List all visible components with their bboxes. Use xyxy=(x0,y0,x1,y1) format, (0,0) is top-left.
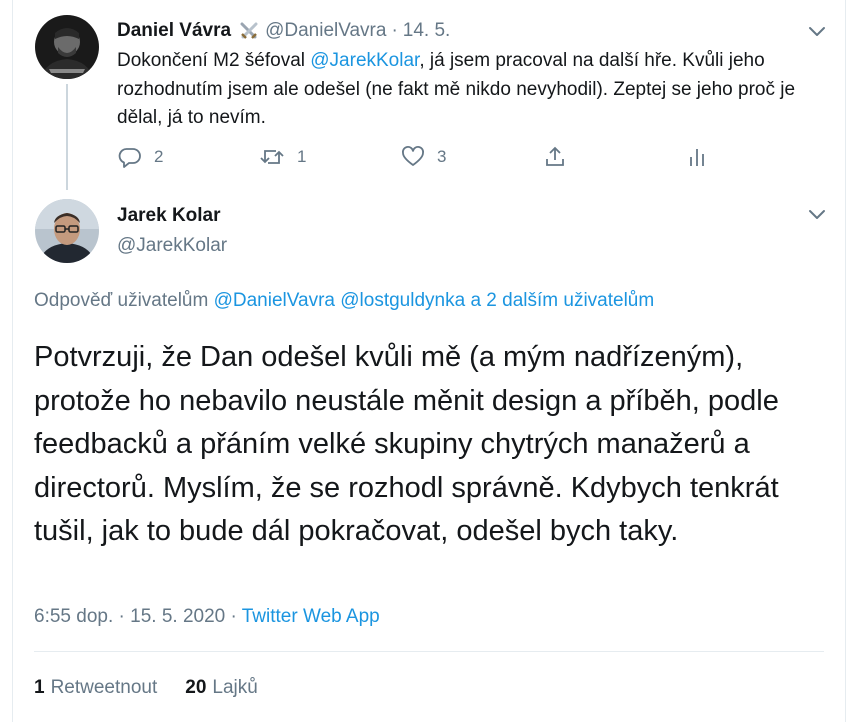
mention-link[interactable]: @JarekKolar xyxy=(310,50,419,71)
tweet-text: Potvrzuji, že Dan odešel kvůli mě (a mým… xyxy=(34,341,779,547)
like-count: 3 xyxy=(437,147,447,166)
replying-users-link[interactable]: @DanielVavra @lostguldynka a 2 dalším už… xyxy=(214,290,655,311)
likes-stat[interactable]: 20 Lajků xyxy=(185,677,258,699)
avatar[interactable] xyxy=(35,199,99,263)
reply-count: 2 xyxy=(154,147,164,166)
retweets-count: 1 xyxy=(34,677,45,698)
analytics-icon xyxy=(685,145,709,169)
author-handle[interactable]: @JarekKolar xyxy=(117,235,227,257)
retweets-stat[interactable]: 1 Retweetnout xyxy=(34,677,157,699)
parent-tweet-text: Dokončení M2 šéfoval @JarekKolar, já jse… xyxy=(117,47,829,133)
divider xyxy=(34,651,824,652)
author-name[interactable]: Daniel Vávra xyxy=(117,20,231,42)
likes-label: Lajků xyxy=(212,677,258,698)
author-handle[interactable]: @DanielVavra xyxy=(265,20,386,42)
reply-button[interactable]: 2 xyxy=(118,144,163,170)
tweet-timestamp[interactable]: 6:55 dop. · 15. 5. 2020 · xyxy=(34,606,242,627)
crossed-swords-emoji xyxy=(238,20,260,42)
retweet-button[interactable]: 1 xyxy=(259,144,306,170)
replying-prefix: Odpověď uživatelům xyxy=(34,290,214,311)
thread-connector-line xyxy=(66,84,68,190)
tweet-stats: 1 Retweetnout 20 Lajků xyxy=(34,677,286,699)
text-segment: Dokončení M2 šéfoval xyxy=(117,50,311,71)
analytics-button[interactable] xyxy=(685,144,709,170)
retweet-icon xyxy=(259,145,285,169)
parent-tweet-header: Daniel Vávra @DanielVavra · 14. 5. xyxy=(117,18,450,44)
author-name[interactable]: Jarek Kolar xyxy=(117,205,221,227)
retweets-label: Retweetnout xyxy=(50,677,158,698)
retweet-count: 1 xyxy=(297,147,307,166)
like-button[interactable]: 3 xyxy=(401,144,446,170)
tweet-source-link[interactable]: Twitter Web App xyxy=(242,606,380,627)
replying-to: Odpověď uživatelům @DanielVavra @lostgul… xyxy=(34,290,654,312)
separator-dot: · xyxy=(391,20,398,41)
reply-icon xyxy=(118,145,142,169)
share-icon xyxy=(543,145,567,169)
tweet-date[interactable]: 14. 5. xyxy=(403,20,451,42)
parent-tweet-actions: 2 1 3 xyxy=(118,144,718,170)
like-icon xyxy=(401,145,425,169)
chevron-down-icon[interactable] xyxy=(806,20,828,42)
likes-count: 20 xyxy=(185,677,207,698)
chevron-down-icon[interactable] xyxy=(806,203,828,225)
share-button[interactable] xyxy=(543,144,567,170)
tweet-meta: 6:55 dop. · 15. 5. 2020 · Twitter Web Ap… xyxy=(34,606,380,628)
avatar[interactable] xyxy=(35,15,99,79)
